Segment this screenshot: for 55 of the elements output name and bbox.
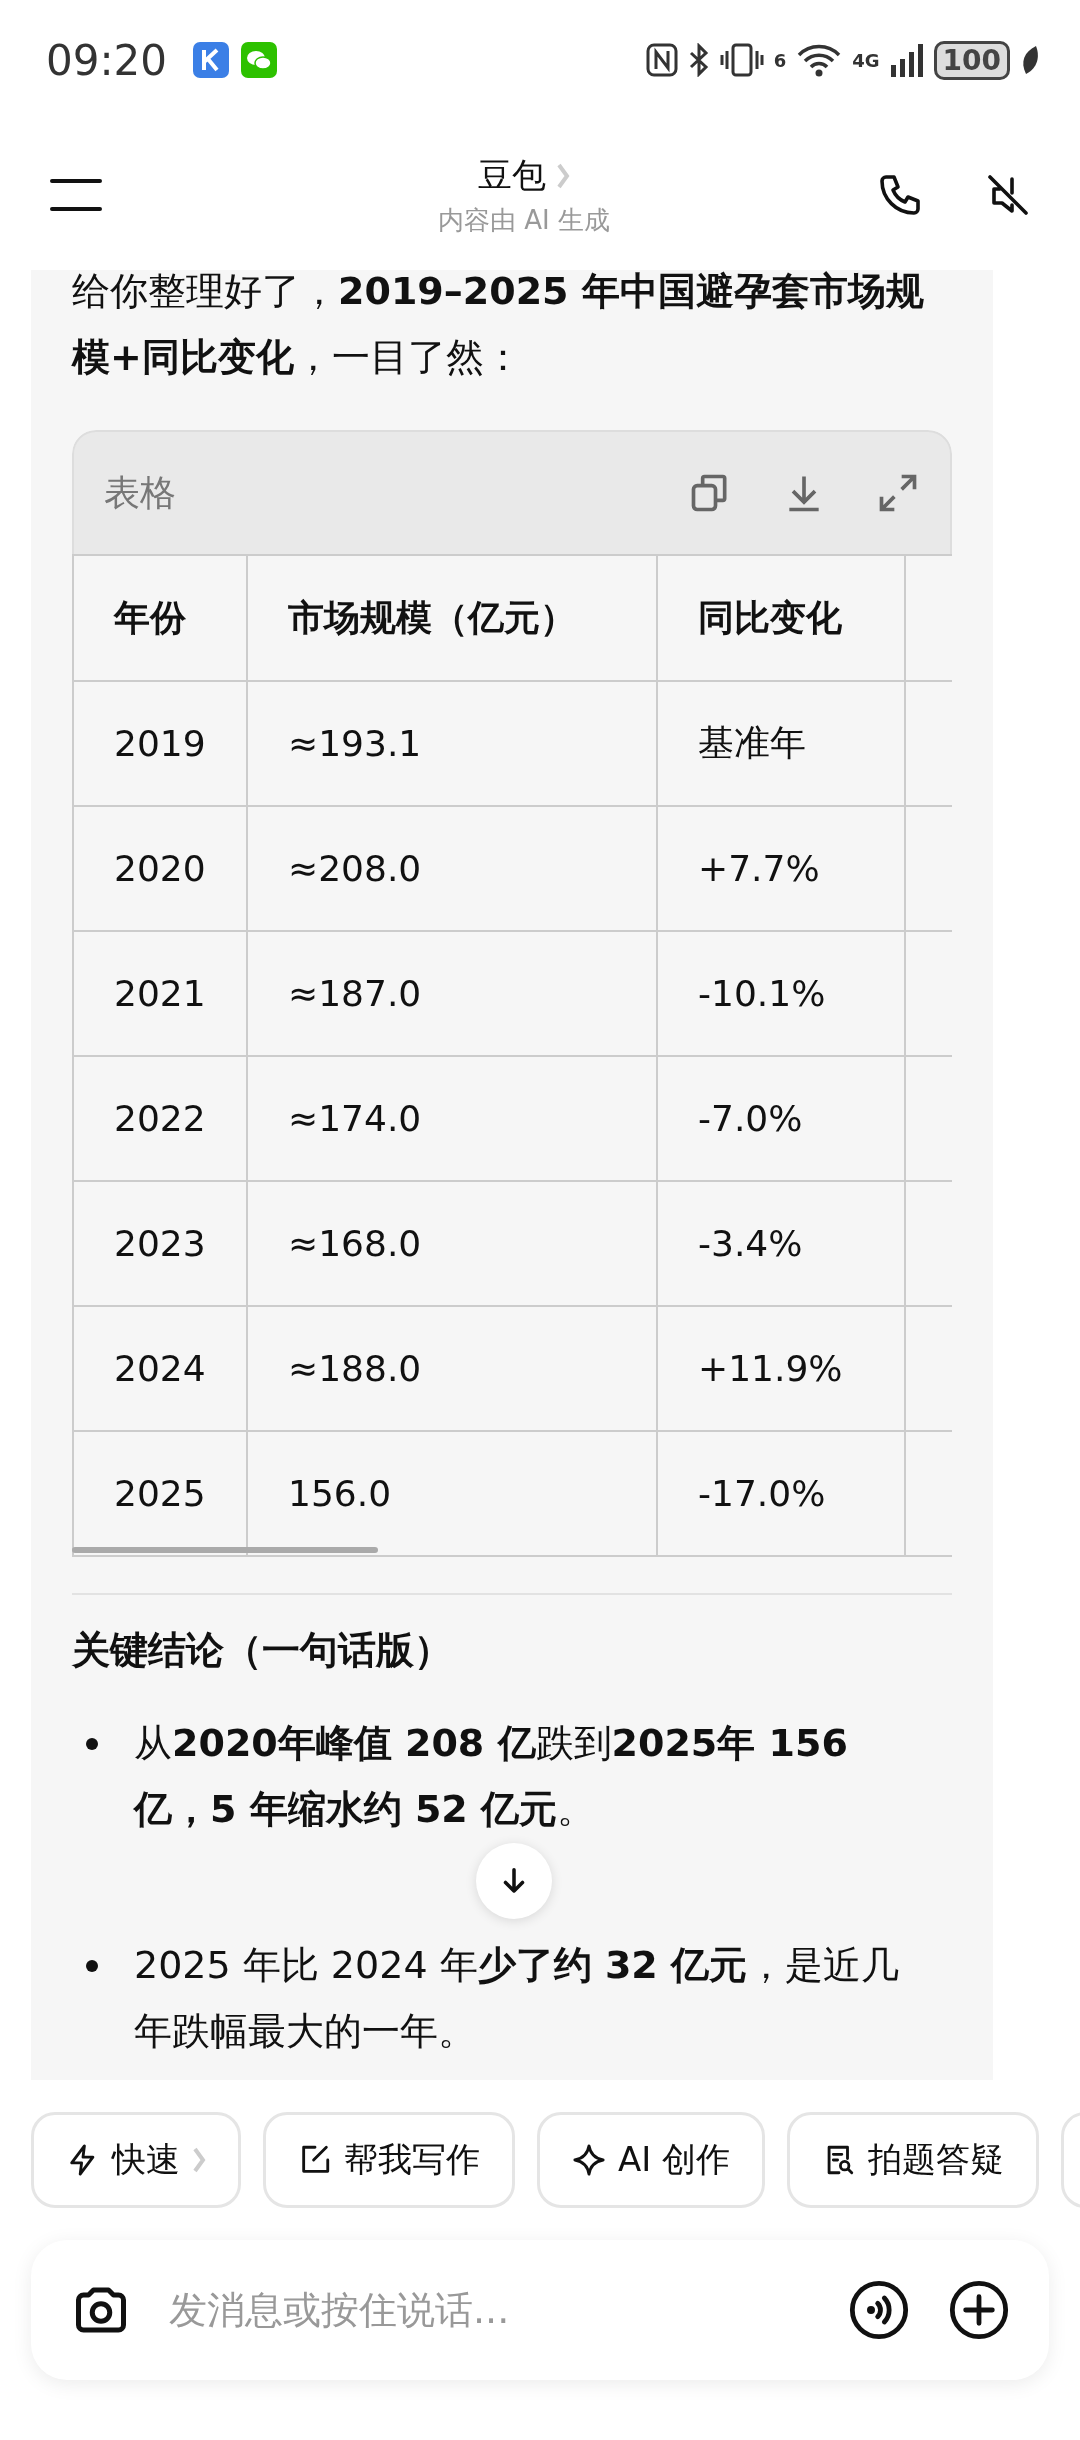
table-cell: ≈187.0 [247,931,657,1056]
chevron-icon [556,161,570,190]
table-cell: -3.4% [657,1181,905,1306]
bullet-dot [86,1738,98,1750]
suggestion-chip[interactable]: 帮我写作 [263,2112,515,2208]
voice-icon[interactable] [847,2278,911,2342]
bullet-text: 2025 年比 2024 年少了约 32 亿元，是近几年跌幅最大的一年。 [134,1942,900,2055]
wifi-label: 6 [773,49,787,71]
table-cell: 基准年 [657,681,905,806]
message-input[interactable]: 发消息或按住说话... [167,2287,811,2333]
table-cell: 2021 [73,931,247,1056]
wifi-icon [796,43,843,77]
nfc-icon [645,43,678,77]
table-cell: 2023 [73,1181,247,1306]
leaf-icon [1020,44,1040,76]
table-cell: ≈188.0 [247,1306,657,1431]
column-header: 年份 [73,555,247,681]
chat-app-icon [241,42,278,78]
suggestion-chip[interactable]: AI 创作 [537,2112,766,2208]
ai-disclaimer: 内容由 AI 生成 [438,203,610,237]
table-cell: ≈174.0 [247,1056,657,1181]
signal-icon [889,43,924,77]
menu-icon[interactable] [50,177,102,213]
chat-title[interactable]: 豆包 [478,152,546,199]
scroll-down-button[interactable] [476,1843,552,1919]
column-header: 市场规模（亿元） [247,555,657,681]
bullet-text: 从2020年峰值 208 亿跌到2025年 156 亿，5 年缩水约 52 亿元。 [134,1720,849,1833]
table-cell: 2024 [73,1306,247,1431]
add-icon[interactable] [947,2278,1011,2342]
table-cell: 2019 [73,681,247,806]
app-notification-icon [193,42,230,78]
bullet-dot [86,1960,98,1972]
status-time: 09:20 [46,35,168,85]
table-cell: ≈208.0 [247,806,657,931]
network-label: 4G [852,49,880,71]
bluetooth-icon [687,43,710,77]
table-cell: +7.7% [657,806,905,931]
suggestion-chip[interactable]: 快速 [31,2112,241,2208]
table-cell: +11.9% [657,1306,905,1431]
table-cell: 2020 [73,806,247,931]
intro-text: 给你整理好了，2019–2025 年中国避孕套市场规模+同比变化，一目了然： [72,270,925,381]
table-cell: -10.1% [657,931,905,1056]
table-cell: -17.0% [657,1431,905,1556]
column-header: 同比变化 [657,555,905,681]
table-cell: -7.0% [657,1056,905,1181]
sparkle-icon [572,2143,606,2177]
table-cell: ≈193.1 [247,681,657,806]
table-cell: 2022 [73,1056,247,1181]
section-heading: 关键结论（一句话版） [72,1627,453,1674]
battery-level: 100 [933,40,1010,80]
scrollbar[interactable] [72,1547,378,1553]
suggestion-chip[interactable]: 拍题答疑 [787,2112,1040,2208]
table-cell: ≈168.0 [247,1181,657,1306]
vibrate-icon [719,43,764,77]
table-label: 表格 [104,470,176,515]
